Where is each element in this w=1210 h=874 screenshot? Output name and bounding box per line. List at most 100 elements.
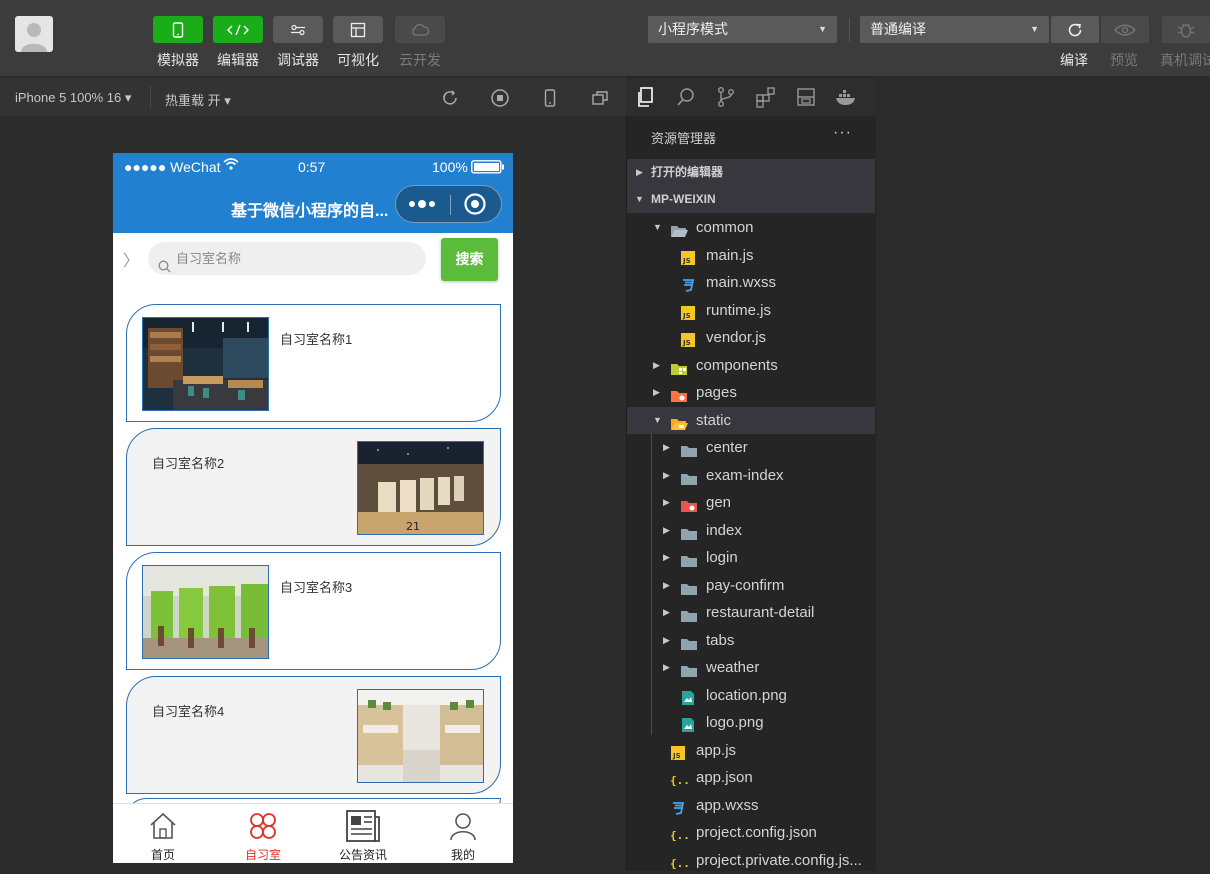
tree-item[interactable]: {..} project.config.json bbox=[627, 819, 875, 846]
tree-item-label: weather bbox=[706, 659, 760, 676]
js-file-icon: JS bbox=[680, 303, 696, 320]
room-image bbox=[142, 565, 269, 659]
battery-percent: 100% bbox=[432, 159, 468, 175]
remote-debug-button[interactable] bbox=[1162, 16, 1210, 43]
tab-home[interactable]: 首页 bbox=[113, 804, 213, 863]
tree-item[interactable]: ▶ center bbox=[627, 434, 875, 461]
preview-label: 预览 bbox=[1110, 52, 1138, 68]
source-control-icon[interactable] bbox=[715, 86, 737, 108]
search-input[interactable]: 自习室名称 bbox=[148, 242, 426, 275]
device-select[interactable]: iPhone 5 100% 16 ▾ bbox=[15, 90, 131, 106]
tree-item[interactable]: JS vendor.js bbox=[627, 324, 875, 351]
tree-item[interactable]: {..} app.json bbox=[627, 764, 875, 791]
tree-item[interactable]: JS main.js bbox=[627, 242, 875, 269]
toolbar-divider bbox=[849, 18, 850, 42]
more-icon[interactable] bbox=[408, 194, 438, 219]
project-section[interactable]: ▼ MP-WEIXIN bbox=[627, 186, 875, 213]
tree-item[interactable]: ▶ components bbox=[627, 352, 875, 379]
rotate-icon[interactable] bbox=[440, 88, 460, 108]
simulator-button[interactable] bbox=[153, 16, 203, 43]
phone-screen: ●●●●● WeChat 0:57 100% 基于微信小程序的自... 〉 自习… bbox=[113, 153, 513, 863]
tree-item-label: components bbox=[696, 356, 778, 374]
image-file-icon bbox=[680, 715, 696, 732]
room-card[interactable]: 自习室名称4 bbox=[126, 676, 501, 794]
tree-item[interactable]: ▼ common bbox=[627, 214, 875, 241]
cloud-dev-button[interactable] bbox=[395, 16, 445, 43]
chevron-right-icon: ▶ bbox=[663, 634, 670, 645]
tree-item-label: app.wxss bbox=[696, 796, 759, 814]
tab-study-room[interactable]: 自习室 bbox=[213, 804, 313, 863]
extensions-icon[interactable] bbox=[755, 86, 777, 108]
editor-button[interactable] bbox=[213, 16, 263, 43]
eye-icon bbox=[1114, 23, 1136, 36]
folder-icon bbox=[680, 633, 697, 650]
tree-item-label: logo.png bbox=[706, 714, 764, 731]
files-icon[interactable] bbox=[635, 86, 657, 108]
cloud-icon bbox=[412, 23, 430, 36]
tree-item[interactable]: JS runtime.js bbox=[627, 297, 875, 324]
tree-item-label: gen bbox=[706, 494, 732, 511]
editor-label: 编辑器 bbox=[217, 52, 259, 68]
compile-button[interactable] bbox=[1051, 16, 1099, 43]
tree-item-label: location.png bbox=[706, 686, 787, 704]
explorer-title: 资源管理器 bbox=[651, 131, 717, 146]
preview-button[interactable] bbox=[1101, 16, 1149, 43]
tree-item[interactable]: ▶ pay-confirm bbox=[627, 572, 875, 599]
debugger-button[interactable] bbox=[273, 16, 323, 43]
tree-item[interactable]: ▶ restaurant-detail bbox=[627, 599, 875, 626]
tree-item-label: pay-confirm bbox=[706, 576, 785, 594]
tab-study-room-label: 自习室 bbox=[244, 848, 281, 862]
close-miniprogram-icon[interactable] bbox=[463, 192, 487, 221]
chevron-down-icon: ▼ bbox=[653, 222, 662, 232]
tree-item[interactable]: main.wxss bbox=[627, 269, 875, 296]
tab-news[interactable]: 公告资讯 bbox=[313, 804, 413, 863]
storage-icon[interactable] bbox=[795, 86, 817, 108]
mode-select[interactable]: 小程序模式 ▼ bbox=[648, 16, 837, 43]
code-icon bbox=[227, 24, 249, 35]
editor-area bbox=[876, 77, 1210, 871]
tree-item[interactable]: ▶ login bbox=[627, 544, 875, 571]
chevron-right-icon: ▶ bbox=[663, 552, 670, 562]
tab-mine[interactable]: 我的 bbox=[413, 804, 513, 863]
tree-item[interactable]: ▶ weather bbox=[627, 654, 875, 681]
chevron-right-icon: ▶ bbox=[663, 662, 670, 672]
room-card[interactable]: 自习室名称1 bbox=[126, 304, 501, 422]
detach-window-icon[interactable] bbox=[590, 88, 610, 108]
top-toolbar: 模拟器 编辑器 调试器 可视化 云开发 小程序模式 ▼ 普通编译 ▼ 编译 预览… bbox=[0, 0, 1210, 77]
device-phone-icon[interactable] bbox=[540, 88, 560, 108]
tree-item[interactable]: {..} project.private.config.js... bbox=[627, 847, 875, 874]
tree-item[interactable]: ▶ gen bbox=[627, 489, 875, 516]
room-card[interactable]: 自习室名称3 bbox=[126, 552, 501, 670]
tree-item-label: vendor.js bbox=[706, 329, 767, 346]
bug-icon bbox=[1177, 23, 1195, 38]
docker-icon[interactable] bbox=[835, 86, 857, 108]
chevron-right-icon: ▶ bbox=[663, 497, 670, 507]
tree-item[interactable]: ▶ exam-index bbox=[627, 462, 875, 489]
back-chevron-icon[interactable]: 〉 bbox=[123, 247, 139, 271]
tree-item[interactable]: logo.png bbox=[627, 709, 875, 736]
search-button[interactable]: 搜索 bbox=[441, 238, 498, 281]
more-actions-icon[interactable]: ··· bbox=[833, 124, 852, 142]
hot-reload-toggle[interactable]: 热重载 开 ▾ bbox=[165, 90, 231, 109]
tree-item-label: project.private.config.js... bbox=[696, 851, 862, 869]
compile-select[interactable]: 普通编译 ▼ bbox=[860, 16, 1049, 43]
tree-item[interactable]: JS app.js bbox=[627, 737, 875, 764]
home-icon bbox=[148, 811, 178, 846]
tree-item[interactable]: location.png bbox=[627, 682, 875, 709]
chevron-right-icon: ▶ bbox=[663, 469, 670, 480]
room-card[interactable]: 自习室名称2 21 bbox=[126, 428, 501, 546]
status-time: 0:57 bbox=[298, 159, 326, 175]
avatar[interactable] bbox=[15, 16, 53, 52]
tree-item[interactable]: ▶ tabs bbox=[627, 627, 875, 654]
tree-item[interactable]: ▶ pages bbox=[627, 379, 875, 406]
open-editors-section[interactable]: ▶ 打开的编辑器 bbox=[627, 159, 875, 186]
tree-item[interactable]: ▶ index bbox=[627, 517, 875, 544]
tree-item[interactable]: ▼ static bbox=[627, 406, 875, 434]
search-icon[interactable] bbox=[675, 86, 697, 108]
folder-icon bbox=[680, 440, 697, 457]
visualize-button[interactable] bbox=[333, 16, 383, 43]
tree-item[interactable]: app.wxss bbox=[627, 792, 875, 819]
stop-icon[interactable] bbox=[490, 88, 510, 108]
tree-indent-guide bbox=[651, 433, 652, 735]
chevron-right-icon: ▶ bbox=[636, 167, 643, 177]
